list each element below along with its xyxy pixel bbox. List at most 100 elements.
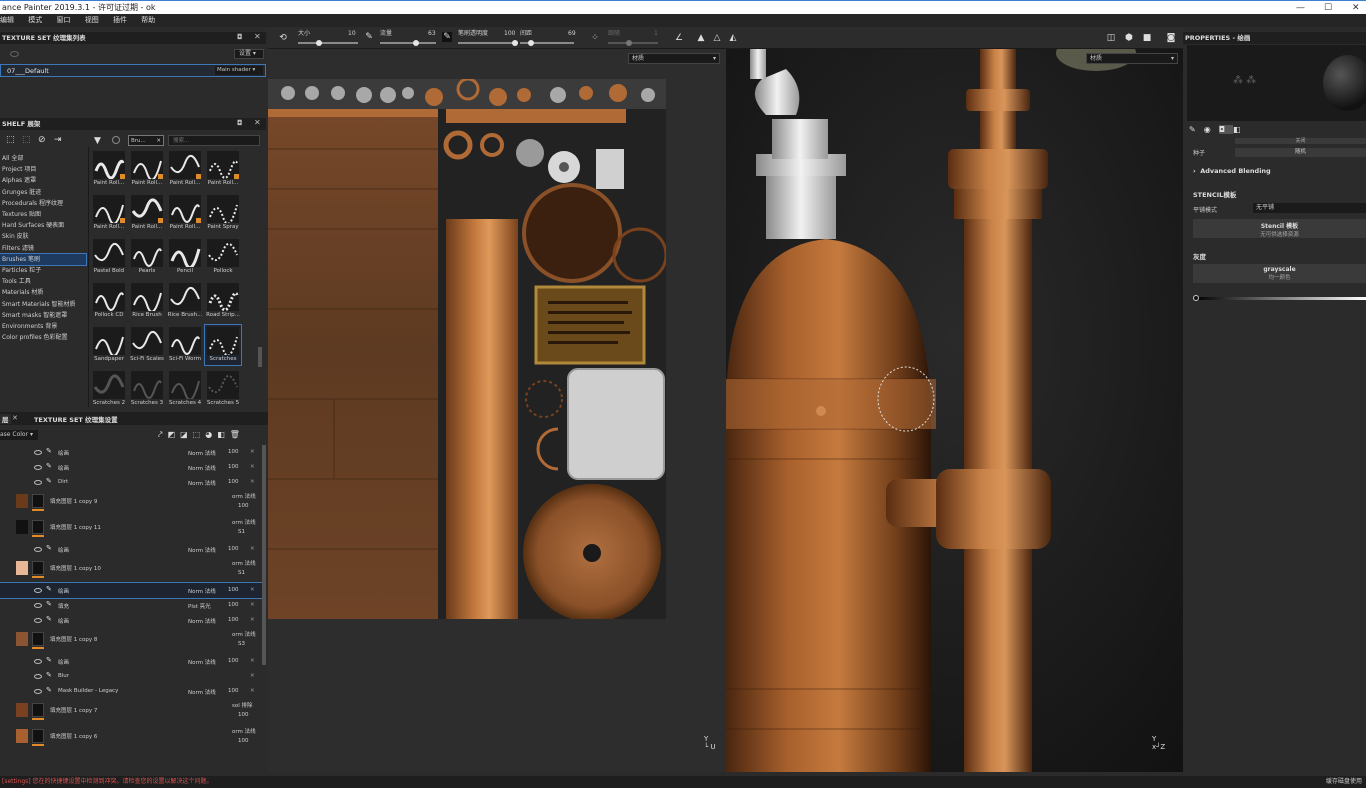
layer-opacity[interactable]: 100 (228, 449, 239, 455)
jitter-value[interactable]: 1 (654, 30, 658, 37)
shelf-search-input[interactable] (168, 135, 260, 146)
layer-opacity[interactable]: 100 (228, 479, 239, 485)
tiling-dropdown[interactable]: 无平铺 (1253, 203, 1366, 213)
layer-opacity[interactable]: 100 (228, 658, 239, 664)
close-icon[interactable]: ✕ (1352, 1, 1360, 15)
layer-blend-mode[interactable]: orm 法线 (232, 727, 256, 735)
layer-mask-thumbnail[interactable] (32, 520, 44, 534)
fill-layer-row[interactable]: 填充图层 1 copy 11 orm 法线 S1 (0, 516, 262, 540)
eye-icon[interactable] (34, 588, 42, 593)
shelf-category-item[interactable]: Filters 滤镜 (0, 243, 86, 254)
remove-layer-icon[interactable]: ✕ (250, 587, 255, 593)
seed-field[interactable]: 随机 (1235, 148, 1366, 157)
effect-layer-row[interactable]: ✎ Dirt Norm 法线 100 ✕ (0, 475, 262, 490)
layer-blend-mode[interactable]: Norm 法线 (188, 479, 216, 487)
fill-layer-row[interactable]: 填充图层 1 copy 7 sol 排除 100 (0, 699, 262, 723)
brush-item[interactable]: Pollock (205, 237, 241, 277)
layer-opacity[interactable]: S1 (238, 529, 245, 535)
minimize-icon[interactable]: — (1296, 1, 1305, 15)
screenshot-icon[interactable]: ◙ (1166, 33, 1176, 43)
effect-layer-row[interactable]: ✎ 绘画 Norm 法线 100 ✕ (0, 654, 262, 669)
layer-mask-thumbnail[interactable] (32, 632, 44, 646)
flow-value[interactable]: 63 (428, 30, 436, 37)
brush-item[interactable]: Paint Roll... (91, 193, 127, 233)
top-field[interactable]: 关闭 (1235, 138, 1366, 144)
alpha-tab-icon[interactable]: ◘ (1218, 125, 1234, 134)
brush-item[interactable]: Scratches 3 (129, 369, 165, 409)
layer-opacity[interactable]: S1 (238, 570, 245, 576)
eye-icon[interactable] (34, 547, 42, 552)
layers-scrollbar[interactable] (262, 445, 266, 665)
tab-texture-set-settings[interactable]: TEXTURE SET 纹理集设置 (34, 414, 118, 424)
layer-blend-mode[interactable]: orm 法线 (232, 630, 256, 638)
remove-layer-icon[interactable]: ✕ (250, 464, 255, 470)
shelf-category-item[interactable]: Environments 背景 (0, 321, 86, 332)
layer-opacity[interactable]: S3 (238, 641, 245, 647)
cube-icon[interactable]: ⬢ (1124, 33, 1134, 43)
layer-blend-mode[interactable]: orm 法线 (232, 518, 256, 526)
brush-tab-icon[interactable]: ✎ (1189, 125, 1204, 134)
import-icon[interactable]: ⬚ (22, 135, 31, 145)
eye-icon[interactable] (34, 659, 42, 664)
remove-layer-icon[interactable]: ✕ (250, 479, 255, 485)
layer-opacity[interactable]: 100 (228, 688, 239, 694)
layer-blend-mode[interactable]: sol 排除 (232, 701, 253, 709)
symmetry-icon[interactable]: ⟲ (278, 33, 288, 43)
layer-blend-mode[interactable]: Norm 法线 (188, 546, 216, 554)
hide-icon[interactable]: ⊘ (38, 135, 46, 145)
fill-layer-row[interactable]: 填充图层 1 copy 10 orm 法线 S1 (0, 557, 262, 581)
effect-layer-row[interactable]: ✎ Blur ✕ (0, 669, 262, 684)
effect-layer-row[interactable]: ✎ 绘画 Norm 法线 100 ✕ (0, 460, 262, 475)
brush-item[interactable]: Paint Roll... (129, 149, 165, 189)
shelf-category-item[interactable]: Materials 材质 (0, 287, 86, 298)
menu-window[interactable]: 窗口 (56, 14, 70, 27)
shelf-category-item[interactable]: Alphas 遮罩 (0, 175, 86, 186)
remove-layer-icon[interactable]: ✕ (250, 673, 255, 679)
stencil-resource-button[interactable]: Stencil 模板 无可供选择资源 (1193, 219, 1366, 238)
shelf-close-icon[interactable]: ✕ (254, 118, 261, 127)
shelf-category-item[interactable]: Skin 皮肤 (0, 231, 86, 242)
shader-dropdown[interactable]: Main shader ▾ (215, 66, 263, 75)
material-tab-icon[interactable]: ◉ (1204, 125, 1219, 134)
spacing-value[interactable]: 69 (568, 30, 576, 37)
opacity-slider[interactable] (458, 40, 518, 46)
filter-funnel-icon[interactable]: ▼ (94, 136, 101, 146)
remove-layer-icon[interactable]: ✕ (250, 449, 255, 455)
layer-mask-thumbnail[interactable] (32, 729, 44, 743)
remove-layer-icon[interactable]: ✕ (250, 658, 255, 664)
menu-plugins[interactable]: 插件 (113, 14, 127, 27)
tab-layers[interactable]: 层 (0, 414, 11, 424)
shelf-tab-brushes[interactable]: Bru... ✕ (128, 135, 164, 146)
layer-mask-thumbnail[interactable] (32, 561, 44, 575)
layer-opacity[interactable]: 100 (228, 587, 239, 593)
circle-filter-icon[interactable] (112, 136, 120, 144)
shelf-category-item[interactable]: Textures 贴图 (0, 209, 86, 220)
brush-item[interactable]: Paint Roll... (167, 193, 203, 233)
brush-item[interactable]: Sandpaper (91, 325, 127, 365)
layer-blend-mode[interactable]: Plst 亮光 (188, 602, 211, 610)
grayscale-resource-button[interactable]: grayscale 均一颜色 (1193, 264, 1366, 283)
effect-layer-row[interactable]: ✎ 填充 Plst 亮光 100 ✕ (0, 598, 262, 613)
brush-item[interactable]: Rice Brush (129, 281, 165, 321)
3d-viewport[interactable]: 材质 ▾ Y x┘Z (726, 49, 1183, 772)
layer-opacity[interactable]: 100 (238, 503, 249, 509)
brush-item[interactable]: Pollock CD (91, 281, 127, 321)
brush-item[interactable]: Pastel Bold (91, 237, 127, 277)
brush-item[interactable]: Scratches 2 (91, 369, 127, 409)
layer-blend-mode[interactable]: Norm 法线 (188, 449, 216, 457)
opacity-value[interactable]: 100 (504, 30, 515, 37)
layer-blend-mode[interactable]: orm 法线 (232, 559, 256, 567)
shelf-float-icon[interactable]: ◘ (237, 119, 243, 127)
eye-icon[interactable] (34, 689, 42, 694)
eye-icon[interactable] (34, 465, 42, 470)
uv-channel-dropdown[interactable]: 材质 ▾ (628, 53, 720, 64)
layer-opacity[interactable]: 100 (228, 546, 239, 552)
layer-blend-mode[interactable]: Norm 法线 (188, 658, 216, 666)
float-icon[interactable]: ◘ (237, 33, 243, 41)
flow-slider[interactable] (380, 40, 436, 46)
brush-item[interactable]: Paint Roll... (91, 149, 127, 189)
remove-layer-icon[interactable]: ✕ (250, 688, 255, 694)
grayscale-knob[interactable] (1193, 295, 1199, 301)
eye-icon[interactable] (10, 51, 19, 57)
shelf-category-item[interactable]: Hard Surfaces 硬表面 (0, 220, 86, 231)
